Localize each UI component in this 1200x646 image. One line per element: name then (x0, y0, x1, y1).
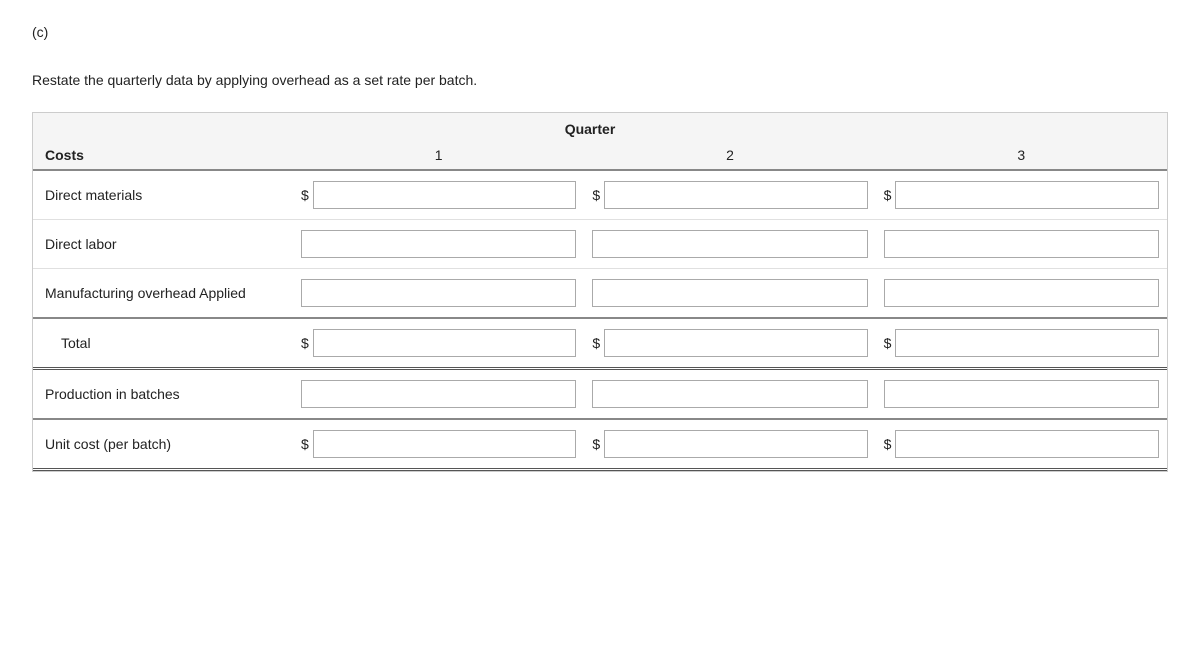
unit-cost-col2-cell: $ (584, 430, 875, 458)
total-label: Total (33, 335, 293, 351)
column-headers-row: Costs 1 2 3 (33, 141, 1167, 171)
total-col2-cell: $ (584, 329, 875, 357)
currency-sign-dm-2: $ (592, 187, 600, 203)
total-col3-cell: $ (876, 329, 1167, 357)
direct-materials-col1-cell: $ (293, 181, 584, 209)
costs-column-header: Costs (33, 141, 293, 163)
direct-labor-label: Direct labor (33, 236, 293, 252)
data-table: Quarter Costs 1 2 3 Direct materials $ $… (32, 112, 1168, 472)
col1-header: 1 (293, 141, 584, 163)
production-batches-label: Production in batches (33, 386, 293, 402)
direct-labor-row: Direct labor (33, 220, 1167, 269)
currency-sign-total-1: $ (301, 335, 309, 351)
unit-cost-col1-cell: $ (293, 430, 584, 458)
direct-labor-col1-cell (293, 230, 584, 258)
direct-materials-col3-cell: $ (876, 181, 1167, 209)
total-row: Total $ $ $ (33, 319, 1167, 370)
unit-cost-label: Unit cost (per batch) (33, 436, 293, 452)
total-col3-input[interactable] (895, 329, 1159, 357)
mfg-overhead-col1-input[interactable] (301, 279, 576, 307)
total-col1-cell: $ (293, 329, 584, 357)
quarter-header-row: Quarter (33, 113, 1167, 141)
mfg-overhead-row: Manufacturing overhead Applied (33, 269, 1167, 319)
production-batches-row: Production in batches (33, 370, 1167, 420)
direct-labor-col2-cell (584, 230, 875, 258)
mfg-overhead-label: Manufacturing overhead Applied (33, 285, 293, 301)
currency-sign-total-2: $ (592, 335, 600, 351)
production-batches-col3-input[interactable] (884, 380, 1159, 408)
currency-sign-dm-1: $ (301, 187, 309, 203)
direct-labor-col2-input[interactable] (592, 230, 867, 258)
mfg-overhead-col2-input[interactable] (592, 279, 867, 307)
direct-labor-col1-input[interactable] (301, 230, 576, 258)
unit-cost-col3-cell: $ (876, 430, 1167, 458)
mfg-overhead-col2-cell (584, 279, 875, 307)
unit-cost-col1-input[interactable] (313, 430, 577, 458)
direct-materials-col2-cell: $ (584, 181, 875, 209)
mfg-overhead-col3-input[interactable] (884, 279, 1159, 307)
direct-labor-col3-cell (876, 230, 1167, 258)
production-batches-col3-cell (876, 380, 1167, 408)
col3-header: 3 (876, 141, 1167, 163)
currency-sign-unit-2: $ (592, 436, 600, 452)
direct-materials-col1-input[interactable] (313, 181, 577, 209)
direct-labor-col3-input[interactable] (884, 230, 1159, 258)
total-col1-input[interactable] (313, 329, 577, 357)
production-batches-col2-cell (584, 380, 875, 408)
section-label: (c) (32, 24, 1168, 40)
unit-cost-row: Unit cost (per batch) $ $ $ (33, 420, 1167, 471)
direct-materials-label: Direct materials (33, 187, 293, 203)
direct-materials-row: Direct materials $ $ $ (33, 171, 1167, 220)
production-batches-col1-input[interactable] (301, 380, 576, 408)
col2-header: 2 (584, 141, 875, 163)
quarter-label: Quarter (33, 121, 1167, 137)
mfg-overhead-col1-cell (293, 279, 584, 307)
unit-cost-col2-input[interactable] (604, 430, 868, 458)
direct-materials-col3-input[interactable] (895, 181, 1159, 209)
currency-sign-unit-1: $ (301, 436, 309, 452)
instruction-text: Restate the quarterly data by applying o… (32, 72, 1168, 88)
mfg-overhead-col3-cell (876, 279, 1167, 307)
production-batches-col2-input[interactable] (592, 380, 867, 408)
direct-materials-col2-input[interactable] (604, 181, 868, 209)
currency-sign-unit-3: $ (884, 436, 892, 452)
total-col2-input[interactable] (604, 329, 868, 357)
unit-cost-col3-input[interactable] (895, 430, 1159, 458)
currency-sign-total-3: $ (884, 335, 892, 351)
currency-sign-dm-3: $ (884, 187, 892, 203)
production-batches-col1-cell (293, 380, 584, 408)
